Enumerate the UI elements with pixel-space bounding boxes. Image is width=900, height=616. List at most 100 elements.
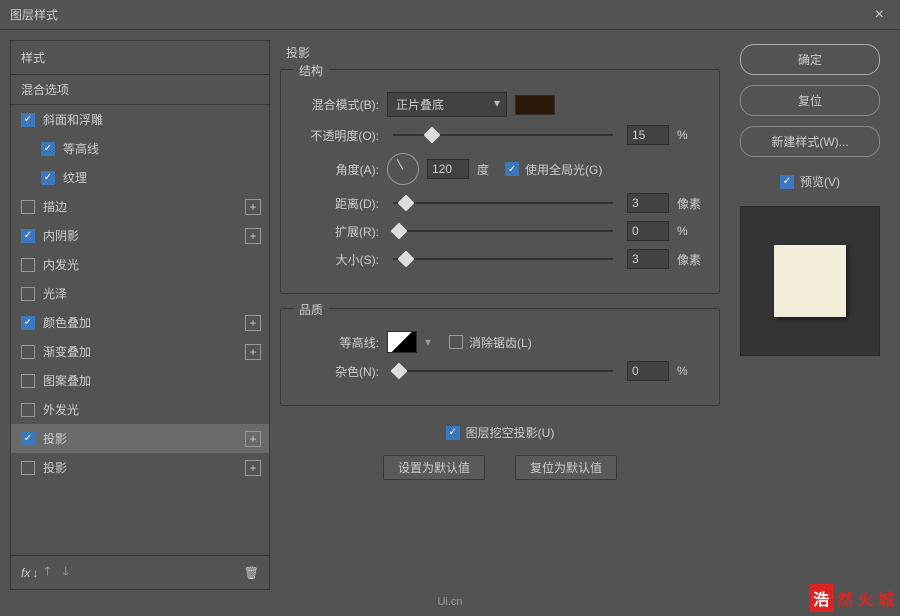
angle-input[interactable]: 120 bbox=[427, 159, 469, 179]
up-icon[interactable]: 🡑 bbox=[44, 562, 50, 583]
style-item-8[interactable]: 渐变叠加 + bbox=[11, 337, 269, 366]
add-effect-icon[interactable]: + bbox=[245, 315, 261, 331]
style-item-3[interactable]: 描边 + bbox=[11, 192, 269, 221]
opacity-slider[interactable] bbox=[393, 127, 613, 143]
noise-slider[interactable] bbox=[393, 363, 613, 379]
preview-swatch bbox=[774, 245, 846, 317]
size-label: 大小(S): bbox=[299, 251, 379, 268]
distance-input[interactable]: 3 bbox=[627, 193, 669, 213]
style-checkbox[interactable] bbox=[21, 403, 35, 417]
quality-group: 品质 等高线: ▾ 消除锯齿(L) 杂色(N): 0 % bbox=[280, 308, 720, 406]
style-checkbox[interactable] bbox=[21, 287, 35, 301]
style-checkbox[interactable] bbox=[21, 316, 35, 330]
angle-dial[interactable] bbox=[387, 153, 419, 185]
style-checkbox[interactable] bbox=[21, 258, 35, 272]
style-item-2[interactable]: 纹理 bbox=[11, 163, 269, 192]
contour-label: 等高线: bbox=[299, 334, 379, 351]
distance-slider[interactable] bbox=[393, 195, 613, 211]
antialias-checkbox[interactable] bbox=[449, 335, 463, 349]
styles-panel: 样式 混合选项 斜面和浮雕等高线纹理描边+内阴影+内发光光泽颜色叠加+渐变叠加+… bbox=[10, 40, 270, 590]
ok-button[interactable]: 确定 bbox=[740, 44, 880, 75]
style-label: 投影 bbox=[43, 459, 67, 476]
noise-label: 杂色(N): bbox=[299, 363, 379, 380]
style-label: 渐变叠加 bbox=[43, 343, 91, 360]
new-style-button[interactable]: 新建样式(W)... bbox=[740, 126, 880, 157]
style-label: 内发光 bbox=[43, 256, 79, 273]
styles-header: 样式 bbox=[11, 41, 269, 75]
style-item-9[interactable]: 图案叠加 bbox=[11, 366, 269, 395]
global-light-label: 使用全局光(G) bbox=[525, 161, 602, 178]
reset-default-button[interactable]: 复位为默认值 bbox=[515, 455, 617, 480]
preview-checkbox[interactable] bbox=[780, 175, 794, 189]
add-effect-icon[interactable]: + bbox=[245, 199, 261, 215]
style-item-4[interactable]: 内阴影+ bbox=[11, 221, 269, 250]
antialias-label: 消除锯齿(L) bbox=[469, 334, 532, 351]
noise-input[interactable]: 0 bbox=[627, 361, 669, 381]
style-item-0[interactable]: 斜面和浮雕 bbox=[11, 105, 269, 134]
cancel-button[interactable]: 复位 bbox=[740, 85, 880, 116]
style-checkbox[interactable] bbox=[21, 374, 35, 388]
style-label: 斜面和浮雕 bbox=[43, 111, 103, 128]
global-light-checkbox[interactable] bbox=[505, 162, 519, 176]
style-item-7[interactable]: 颜色叠加 + bbox=[11, 308, 269, 337]
down-icon[interactable]: 🡓 bbox=[63, 562, 69, 583]
style-label: 投影 bbox=[43, 430, 67, 447]
style-checkbox[interactable] bbox=[21, 200, 35, 214]
style-item-12[interactable]: 投影 + bbox=[11, 453, 269, 482]
knockout-label: 图层挖空投影(U) bbox=[466, 424, 555, 441]
size-slider[interactable] bbox=[393, 251, 613, 267]
style-label: 等高线 bbox=[63, 140, 99, 157]
quality-legend: 品质 bbox=[293, 301, 329, 318]
close-icon[interactable]: × bbox=[869, 6, 890, 24]
shadow-color-swatch[interactable] bbox=[515, 95, 555, 115]
fx-icon[interactable]: fx bbox=[21, 566, 30, 580]
trash-icon[interactable]: 🗑 bbox=[244, 566, 259, 580]
style-checkbox[interactable] bbox=[41, 142, 55, 156]
add-effect-icon[interactable]: + bbox=[245, 431, 261, 447]
style-checkbox[interactable] bbox=[21, 113, 35, 127]
add-effect-icon[interactable]: + bbox=[245, 460, 261, 476]
style-checkbox[interactable] bbox=[41, 171, 55, 185]
window-title: 图层样式 bbox=[10, 6, 869, 23]
spread-slider[interactable] bbox=[393, 223, 613, 239]
style-checkbox[interactable] bbox=[21, 461, 35, 475]
titlebar: 图层样式 × bbox=[0, 0, 900, 30]
set-default-button[interactable]: 设置为默认值 bbox=[383, 455, 485, 480]
style-label: 描边 bbox=[43, 198, 67, 215]
style-label: 颜色叠加 bbox=[43, 314, 91, 331]
right-panel: 确定 复位 新建样式(W)... 预览(V) bbox=[730, 40, 890, 590]
style-label: 纹理 bbox=[63, 169, 87, 186]
style-item-1[interactable]: 等高线 bbox=[11, 134, 269, 163]
style-item-10[interactable]: 外发光 bbox=[11, 395, 269, 424]
structure-legend: 结构 bbox=[293, 62, 329, 79]
style-checkbox[interactable] bbox=[21, 229, 35, 243]
style-label: 图案叠加 bbox=[43, 372, 91, 389]
styles-footer: fx↓ 🡑 🡓 🗑 bbox=[11, 555, 269, 589]
knockout-checkbox[interactable] bbox=[446, 426, 460, 440]
contour-picker[interactable] bbox=[387, 331, 417, 353]
blend-options[interactable]: 混合选项 bbox=[11, 75, 269, 105]
blend-mode-label: 混合模式(B): bbox=[299, 96, 379, 113]
watermark: 浩 然 火 城 bbox=[809, 584, 894, 612]
preview-label: 预览(V) bbox=[800, 173, 840, 190]
style-checkbox[interactable] bbox=[21, 432, 35, 446]
style-label: 光泽 bbox=[43, 285, 67, 302]
spread-label: 扩展(R): bbox=[299, 223, 379, 240]
style-item-6[interactable]: 光泽 bbox=[11, 279, 269, 308]
blend-mode-select[interactable]: 正片叠底 bbox=[387, 92, 507, 117]
distance-label: 距离(D): bbox=[299, 195, 379, 212]
style-item-11[interactable]: 投影 + bbox=[11, 424, 269, 453]
size-input[interactable]: 3 bbox=[627, 249, 669, 269]
add-effect-icon[interactable]: + bbox=[245, 228, 261, 244]
angle-label: 角度(A): bbox=[299, 161, 379, 178]
spread-input[interactable]: 0 bbox=[627, 221, 669, 241]
add-effect-icon[interactable]: + bbox=[245, 344, 261, 360]
settings-panel: 投影 结构 混合模式(B): 正片叠底 不透明度(O): 15 % 角度(A):… bbox=[280, 40, 720, 590]
opacity-input[interactable]: 15 bbox=[627, 125, 669, 145]
style-label: 外发光 bbox=[43, 401, 79, 418]
opacity-label: 不透明度(O): bbox=[299, 127, 379, 144]
chevron-down-icon[interactable]: ▾ bbox=[425, 335, 431, 349]
style-item-5[interactable]: 内发光 bbox=[11, 250, 269, 279]
style-checkbox[interactable] bbox=[21, 345, 35, 359]
ui-logo: Ui.cn bbox=[437, 596, 462, 608]
